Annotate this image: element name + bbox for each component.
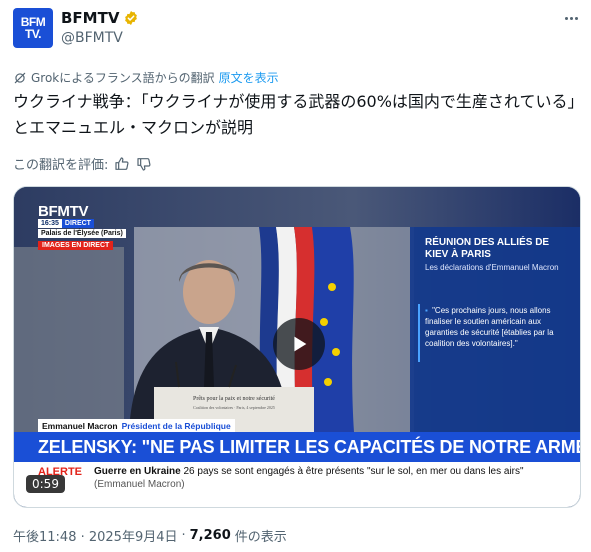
play-button[interactable] [273, 318, 325, 370]
ticker-attribution: (Emmanuel Macron) [94, 479, 185, 490]
translation-note-text: Grokによるフランス語からの翻訳 [31, 71, 215, 85]
thumbs-up-icon[interactable] [114, 156, 130, 172]
rate-translation-label: この翻訳を評価: [13, 158, 109, 173]
avatar-logo: BFM TV. [20, 15, 46, 41]
news-ticker: ALERTE Guerre en Ukraine 26 pays se sont… [14, 462, 580, 507]
direct-label: DIRECT [61, 219, 94, 228]
quote-bullet-icon: ▪ [425, 306, 428, 315]
panel-quote: ▪ "Ces prochains jours, nous allons fina… [425, 305, 565, 349]
verified-badge-icon [125, 11, 138, 25]
timestamp[interactable]: 午後11:48 · 2025年9月4日 [13, 526, 178, 545]
direct-indicator: 16:35 DIRECT [38, 219, 94, 228]
author-name-row: BFMTV [61, 9, 139, 27]
speaker-title: Président de la République [121, 420, 231, 431]
podium-line-1: Prêts pour la paix et notre sécurité [193, 396, 275, 402]
location-label: Palais de l'Élysée (Paris) [38, 229, 126, 238]
video-player[interactable]: Prêts pour la paix et notre sécurité Coa… [13, 186, 581, 508]
ticker-body: 26 pays se sont engagés à être présents … [183, 466, 524, 477]
thumbs-down-icon[interactable] [136, 156, 152, 172]
ticker-topic: Guerre en Ukraine [94, 466, 181, 477]
panel-quote-text: "Ces prochains jours, nous allons finali… [425, 306, 554, 348]
handle[interactable]: @BFMTV [61, 30, 123, 46]
live-images-badge: IMAGES EN DIRECT [38, 241, 114, 250]
views-count: 7,260 [189, 528, 231, 543]
show-original-link[interactable]: 原文を表示 [219, 69, 279, 86]
tweet-text: ウクライナ戦争：「ウクライナが使用する武器の60%は国内で生産されている」とエマ… [13, 92, 576, 137]
video-duration: 0:59 [26, 475, 65, 493]
more-options-icon[interactable] [561, 10, 581, 26]
headline-banner: ZELENSKY: "NE PAS LIMITER LES CAPACITÉS … [14, 432, 580, 462]
separator: · [181, 528, 186, 543]
speaker-name: Emmanuel Macron [42, 420, 118, 431]
direct-time: 16:35 [38, 219, 62, 228]
speaker-nameplate: Emmanuel Macron Président de la Républiq… [38, 419, 235, 432]
panel-title: RÉUNION DES ALLIÉS DE KIEV À PARIS [425, 237, 550, 260]
ticker-text: Guerre en Ukraine 26 pays se sont engagé… [94, 465, 554, 491]
display-name[interactable]: BFMTV [61, 9, 119, 27]
translation-note: Grokによるフランス語からの翻訳 原文を表示 [13, 69, 279, 86]
rate-translation: この翻訳を評価: [13, 154, 152, 173]
panel-subtitle: Les déclarations d'Emmanuel Macron [425, 263, 559, 272]
channel-logo: BFMTV [38, 203, 89, 220]
avatar[interactable]: BFM TV. [13, 8, 53, 48]
play-icon [294, 336, 307, 352]
views-label: 件の表示 [234, 530, 287, 545]
grok-icon [14, 72, 26, 83]
tweet-footer: 午後11:48 · 2025年9月4日 · 7,260 件の表示 [13, 526, 287, 545]
